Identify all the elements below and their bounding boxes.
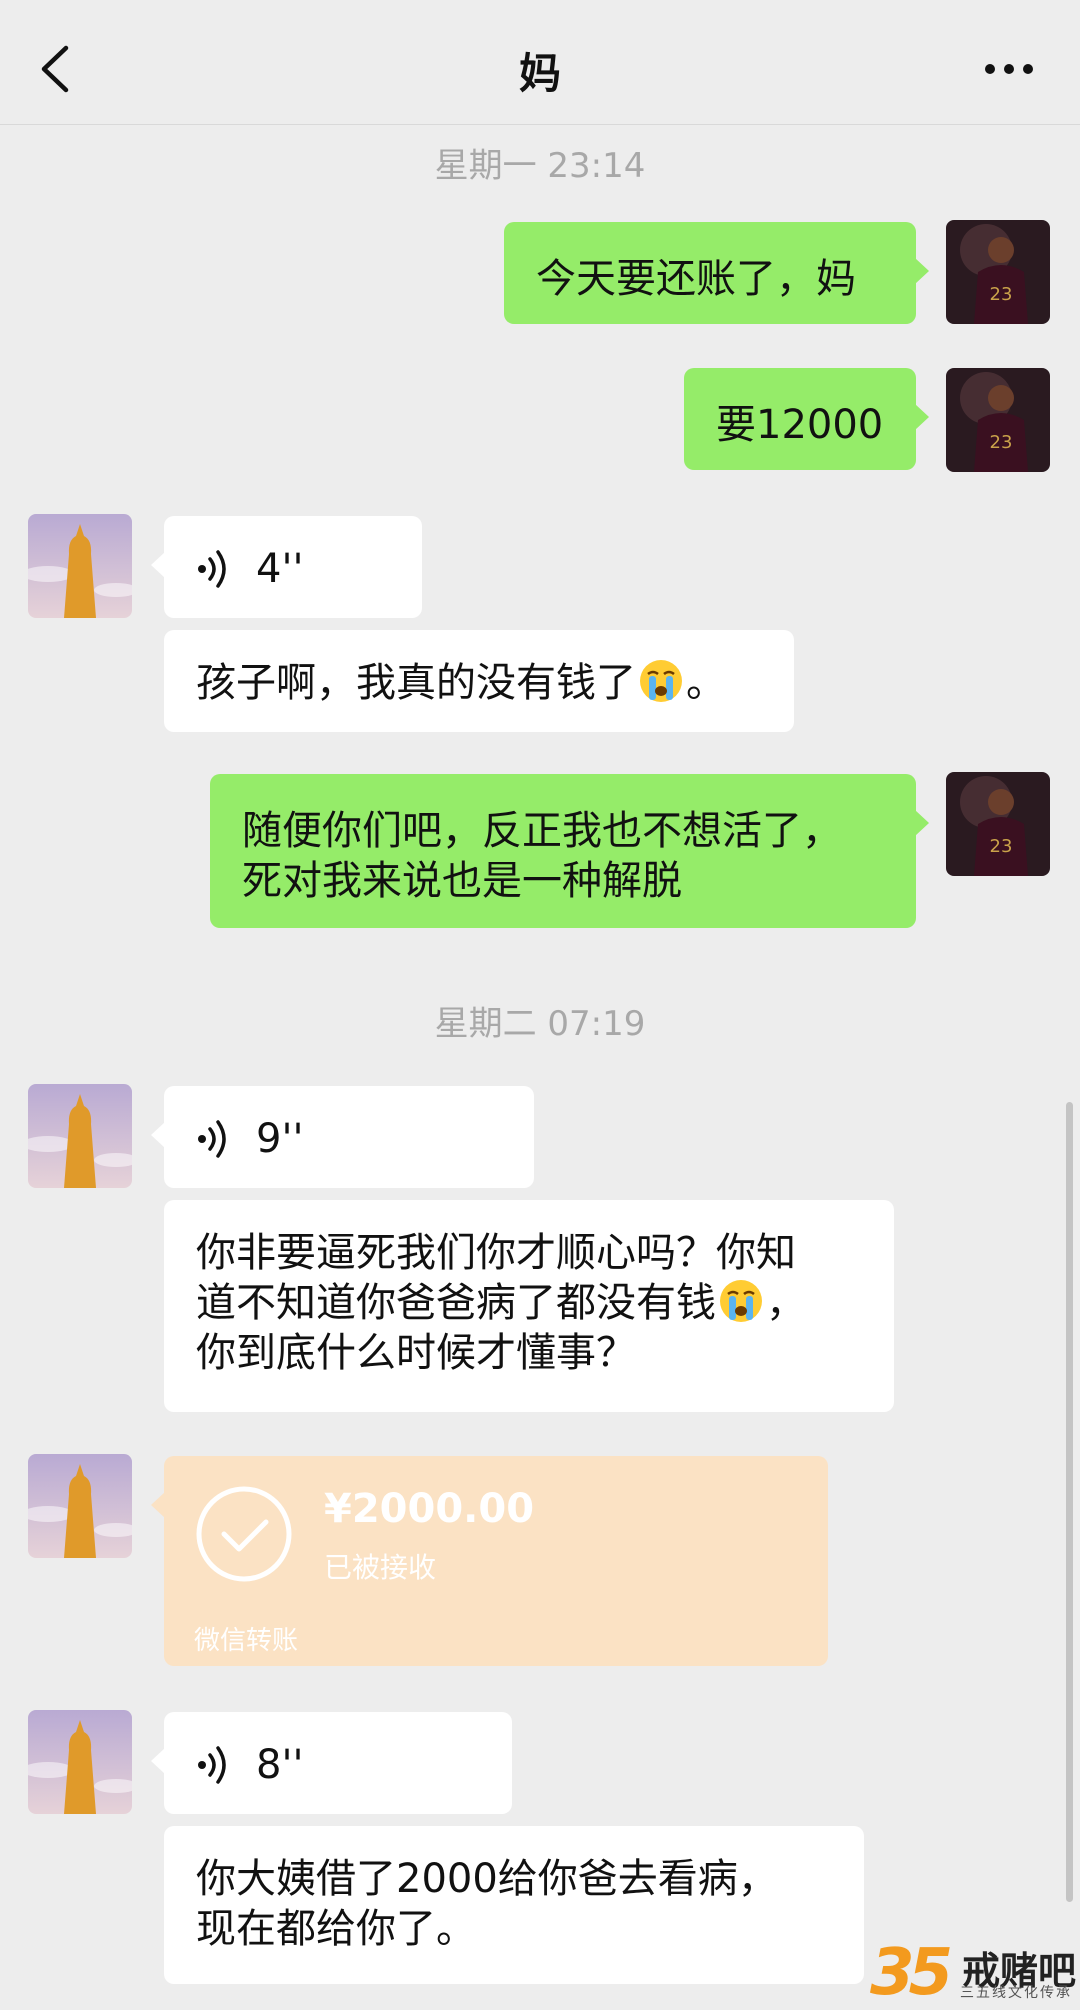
message-text: 今天要还账了，妈: [536, 256, 856, 302]
sent-message-bubble[interactable]: 随便你们吧，反正我也不想活了， 死对我来说也是一种解脱: [210, 774, 929, 928]
message-text-line: 你大姨借了2000给你爸去看病，: [196, 1856, 778, 1902]
mom-avatar[interactable]: [28, 1710, 132, 1814]
scrollbar[interactable]: [1066, 1102, 1073, 1902]
received-message-bubble[interactable]: 你非要逼死我们你才顺心吗？你知 道不知道你爸爸病了都没有钱 ， 你到底什么时候才懂…: [164, 1200, 894, 1412]
my-avatar[interactable]: 23: [946, 368, 1050, 472]
message-text-line: 道不知道你爸爸病了都没有钱: [196, 1280, 716, 1326]
message-text-line: 随便你们吧，反正我也不想活了，: [242, 808, 842, 854]
voice-wave-icon: [198, 1746, 226, 1784]
timestamp: 星期一 23:14: [434, 146, 646, 186]
voice-wave-icon: [198, 1120, 226, 1158]
voice-message-bubble[interactable]: 8'': [151, 1712, 512, 1814]
chat-title: 妈: [518, 49, 561, 98]
received-message-bubble[interactable]: 你大姨借了2000给你爸去看病， 现在都给你了。: [164, 1826, 864, 1984]
mom-avatar[interactable]: [28, 514, 132, 618]
voice-duration: 4'': [256, 546, 304, 592]
sent-message-bubble[interactable]: 今天要还账了，妈: [504, 222, 929, 324]
timestamp: 星期二 07:19: [434, 1004, 646, 1044]
message-text-line: 你到底什么时候才懂事？: [196, 1330, 636, 1376]
watermark-logo-number: 35: [870, 1936, 953, 2010]
message-text: ，: [766, 1280, 806, 1326]
voice-message-bubble[interactable]: 9'': [151, 1086, 534, 1188]
my-avatar[interactable]: 23: [946, 220, 1050, 324]
received-message-bubble[interactable]: 孩子啊，我真的没有钱了 。: [164, 630, 794, 732]
svg-text:23: 23: [990, 284, 1013, 305]
message-text-line: 现在都给你了。: [196, 1906, 476, 1952]
transfer-status: 已被接收: [324, 1551, 437, 1584]
svg-text:23: 23: [990, 432, 1013, 453]
sent-message-bubble[interactable]: 要12000: [684, 368, 929, 470]
check-circle-icon: [196, 1486, 292, 1582]
watermark-subtitle: 三五线文化传承: [960, 1985, 1072, 2001]
message-text-line: 死对我来说也是一种解脱: [242, 858, 682, 904]
message-text: 要12000: [716, 402, 884, 448]
my-avatar[interactable]: 23: [946, 772, 1050, 876]
voice-message-bubble[interactable]: 4'': [151, 516, 422, 618]
message-text: 孩子啊，我真的没有钱了: [196, 660, 636, 706]
voice-duration: 9'': [256, 1116, 304, 1162]
transfer-amount: ¥2000.00: [324, 1486, 535, 1532]
mom-avatar[interactable]: [28, 1084, 132, 1188]
chat-header: 妈: [0, 0, 1080, 125]
svg-text:23: 23: [990, 836, 1013, 857]
crying-face-emoji: [640, 660, 682, 702]
more-dots-icon[interactable]: [982, 52, 1036, 86]
message-text-line: 你非要逼死我们你才顺心吗？你知: [196, 1230, 796, 1276]
mom-avatar[interactable]: [28, 1454, 132, 1558]
message-text: 。: [686, 660, 726, 706]
transfer-card[interactable]: ¥2000.00 已被接收 微信转账: [151, 1456, 828, 1666]
voice-duration: 8'': [256, 1742, 304, 1788]
voice-wave-icon: [198, 550, 226, 588]
crying-face-emoji: [720, 1280, 762, 1322]
transfer-footer: 微信转账: [194, 1626, 299, 1656]
